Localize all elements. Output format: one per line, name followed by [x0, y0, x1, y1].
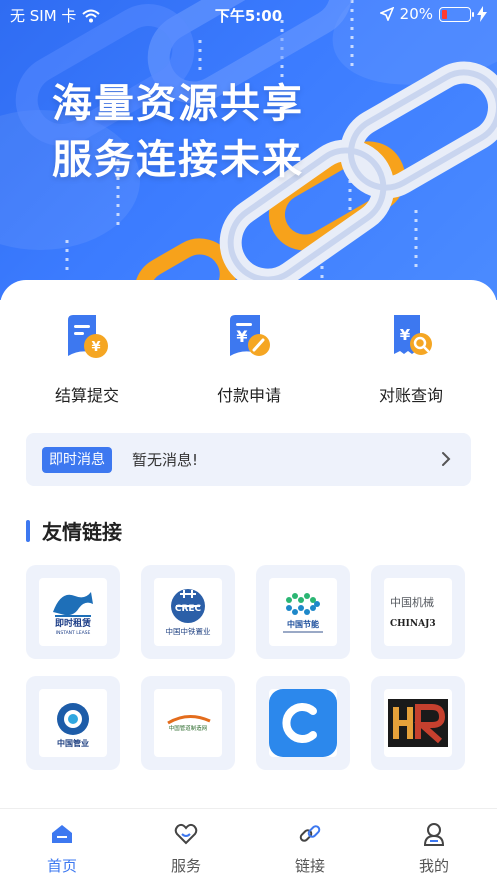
payment-document-icon: ¥ [230, 315, 270, 356]
charging-bolt-icon [477, 6, 487, 22]
partner-link-china-machinery[interactable]: 中国机械 CHINAJ3 [371, 565, 465, 659]
quick-action-reconcile[interactable]: ¥ 对账查询 [336, 310, 486, 406]
china-machinery-logo: 中国机械 CHINAJ3 [390, 595, 436, 629]
crec-logo: CREC 中国中铁置业 [166, 589, 211, 636]
instant-message-bar[interactable]: 即时消息 暂无消息! [26, 433, 471, 486]
partner-link-cecep[interactable]: 中国节能 [256, 565, 350, 659]
link-icon [299, 825, 321, 842]
logo-text: 即时租赁 [55, 617, 91, 629]
tab-label: 首页 [46, 857, 77, 875]
app-screen: 海量资源共享 服务连接未来 无 SIM 卡 下午5:00 20% ¥ 结算提交 … [0, 0, 497, 883]
logo-text: 中国管道制造网 [169, 724, 208, 732]
bottom-tab-bar: 首页 服务 链接 我的 [0, 808, 497, 883]
logo-subtext: INSTANT LEASE [56, 630, 91, 636]
quick-actions: ¥ 结算提交 ¥ 付款申请 ¥ 对账查询 [0, 310, 497, 410]
quick-action-payment[interactable]: ¥ 付款申请 [174, 310, 324, 406]
links-section-header: 友情链接 [26, 516, 122, 545]
home-icon [52, 825, 72, 843]
hero-line-1: 海量资源共享 [52, 81, 304, 127]
partner-link-china-pipe[interactable]: 中国管业 [26, 676, 120, 770]
tab-service[interactable]: 服务 [124, 821, 248, 876]
message-tag: 即时消息 [42, 447, 112, 473]
section-accent-bar [26, 519, 30, 542]
hr-logo [388, 699, 448, 747]
svg-text:CREC: CREC [175, 604, 202, 614]
hero-banner[interactable]: 海量资源共享 服务连接未来 [0, 0, 497, 300]
status-bar: 无 SIM 卡 下午5:00 20% [0, 0, 497, 30]
tab-profile[interactable]: 我的 [372, 821, 496, 876]
china-pipe-logo: 中国管业 [57, 703, 89, 748]
hero-line-2: 服务连接未来 [52, 137, 304, 183]
receipt-search-icon: ¥ [394, 315, 432, 355]
user-icon [423, 823, 445, 846]
quick-action-label: 结算提交 [54, 386, 119, 405]
message-text: 暂无消息! [132, 451, 199, 469]
c-app-logo [269, 689, 337, 757]
tab-label: 我的 [418, 857, 449, 875]
partner-link-c-app[interactable] [256, 676, 350, 770]
quick-action-settlement[interactable]: ¥ 结算提交 [12, 310, 162, 406]
cecep-logo: 中国节能 [283, 593, 323, 633]
battery-icon [439, 6, 474, 22]
svg-text:¥: ¥ [91, 340, 100, 355]
partner-link-pipe-manufacturing[interactable]: 中国管道制造网 [141, 676, 235, 770]
svg-text:¥: ¥ [236, 327, 247, 346]
chevron-right-icon [442, 452, 451, 466]
heart-service-icon [174, 823, 198, 845]
location-arrow-icon [379, 7, 394, 21]
hero-title: 海量资源共享 服务连接未来 [52, 76, 304, 188]
tab-links[interactable]: 链接 [248, 821, 372, 876]
section-title: 友情链接 [42, 520, 122, 544]
logo-text: 中国中铁置业 [166, 626, 211, 636]
partner-link-hr[interactable] [371, 676, 465, 770]
quick-action-label: 对账查询 [378, 386, 443, 405]
settlement-document-icon: ¥ [68, 315, 108, 358]
tab-home[interactable]: 首页 [0, 821, 124, 876]
logo-text: 中国管业 [57, 738, 89, 748]
partner-link-crec-realty[interactable]: CREC 中国中铁置业 [141, 565, 235, 659]
logo-text: 中国节能 [287, 619, 319, 629]
logo-subtext: CHINAJ3 [390, 619, 436, 629]
main-card: ¥ 结算提交 ¥ 付款申请 ¥ 对账查询 即时消息 暂无消息! 友情链接 即时租… [0, 280, 497, 810]
partner-link-instant-lease[interactable]: 即时租赁 INSTANT LEASE [26, 565, 120, 659]
instant-lease-logo: 即时租赁 INSTANT LEASE [53, 592, 93, 636]
battery-percent: 20% [399, 5, 433, 23]
tab-label: 链接 [294, 857, 325, 875]
svg-text:¥: ¥ [400, 326, 411, 344]
quick-action-label: 付款申请 [216, 386, 281, 405]
logo-text: 中国机械 [390, 595, 434, 609]
pipe-manufacturing-logo: 中国管道制造网 [167, 715, 211, 732]
tab-label: 服务 [170, 857, 201, 875]
